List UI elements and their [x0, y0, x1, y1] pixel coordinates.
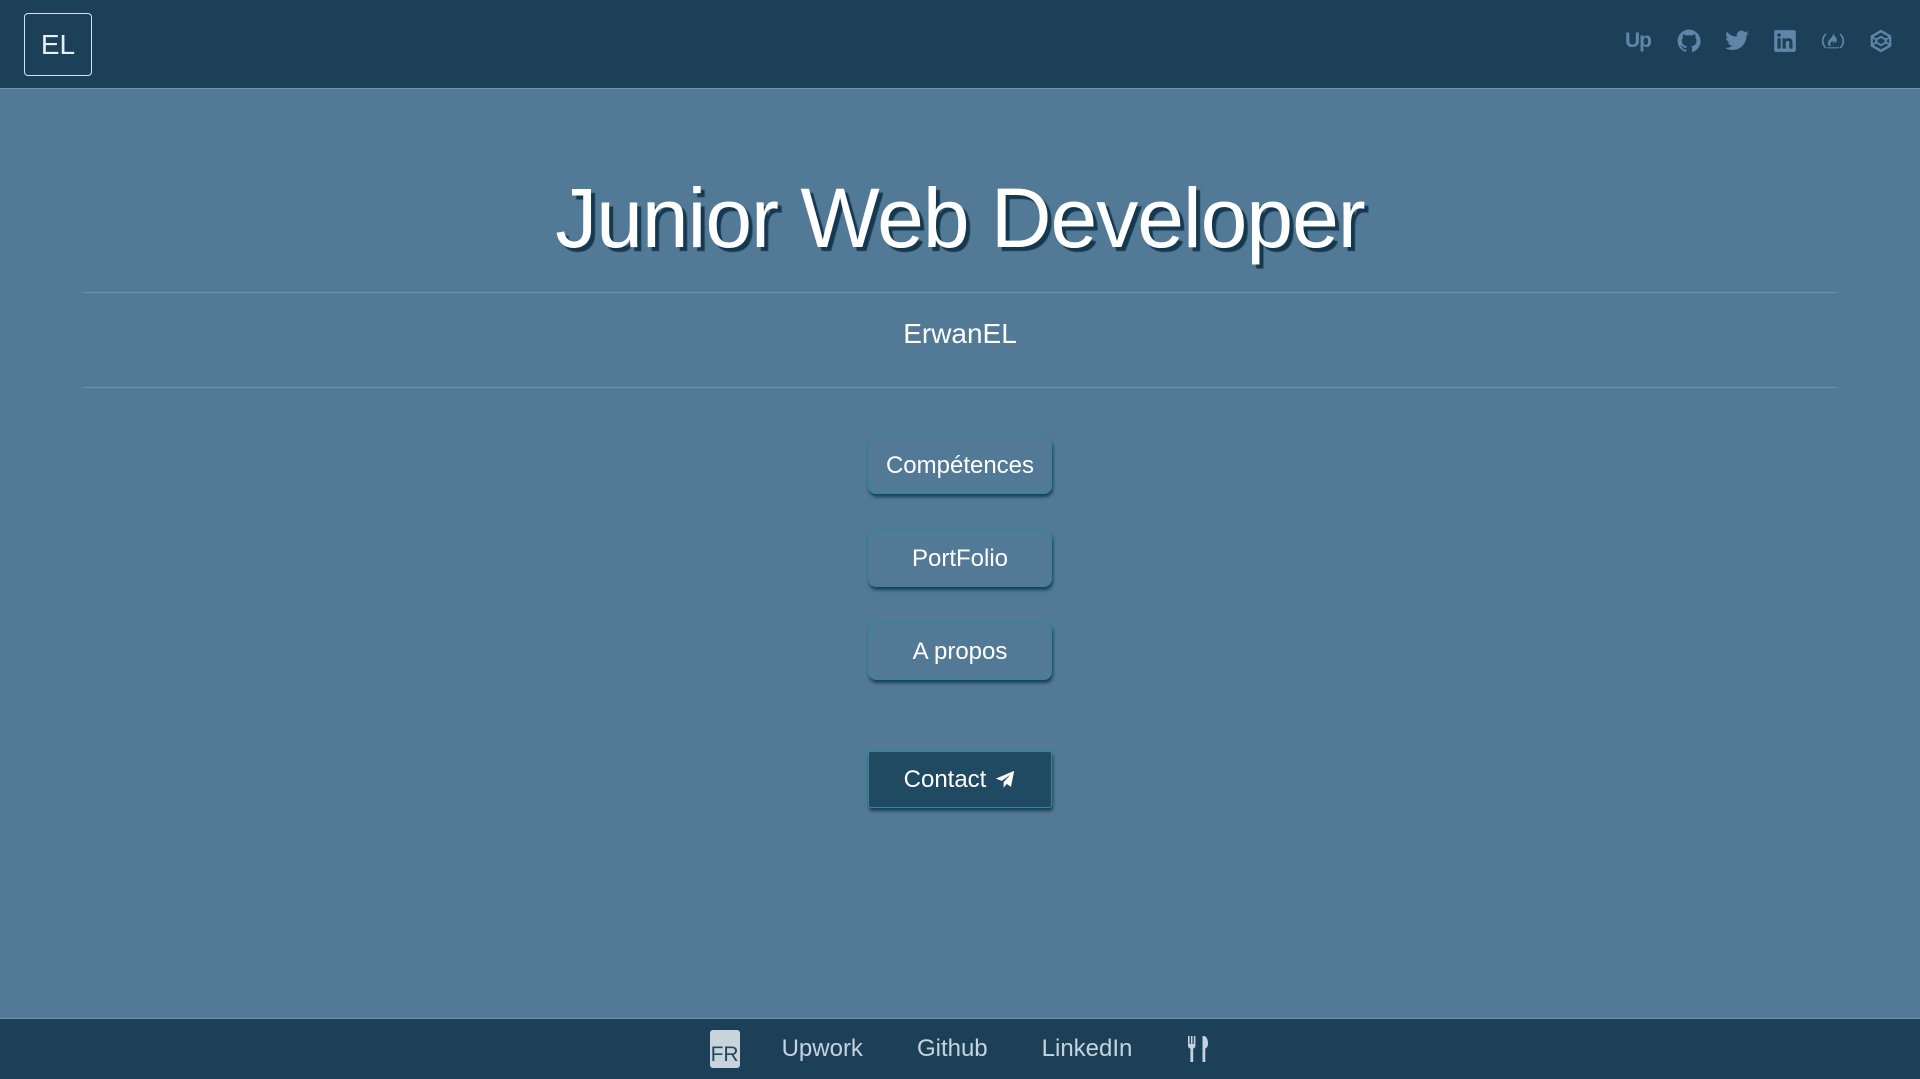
skills-button[interactable]: Compétences	[868, 437, 1052, 494]
linkedin-icon[interactable]	[1772, 28, 1798, 54]
footer-link-upwork[interactable]: Upwork	[782, 1035, 863, 1063]
footer-bar: FR Upwork Github LinkedIn	[0, 1018, 1920, 1079]
author-name: ErwanEL	[903, 318, 1017, 349]
codepen-icon[interactable]	[1868, 28, 1894, 54]
contact-button-label: Contact	[903, 765, 987, 793]
paper-plane-icon	[994, 769, 1016, 791]
about-button[interactable]: A propos	[868, 623, 1052, 680]
github-icon[interactable]	[1676, 28, 1702, 54]
divider-top	[83, 292, 1837, 293]
social-links: Up	[1622, 28, 1894, 54]
footer-link-github[interactable]: Github	[917, 1035, 988, 1063]
top-navbar: EL Up	[0, 0, 1920, 89]
divider-bottom	[83, 387, 1837, 388]
language-toggle[interactable]: FR	[709, 1030, 740, 1068]
freecodecamp-icon[interactable]	[1820, 28, 1846, 54]
upwork-icon[interactable]: Up	[1622, 28, 1654, 54]
utensils-icon[interactable]	[1186, 1035, 1210, 1063]
contact-button[interactable]: Contact	[868, 751, 1052, 808]
portfolio-button[interactable]: PortFolio	[868, 530, 1052, 587]
footer-link-linkedin[interactable]: LinkedIn	[1042, 1035, 1133, 1063]
twitter-icon[interactable]	[1724, 28, 1750, 54]
hero-section: Junior Web Developer ErwanEL Compétences…	[0, 90, 1920, 1018]
logo-button[interactable]: EL	[24, 13, 92, 76]
page-title: Junior Web Developer	[555, 171, 1366, 265]
